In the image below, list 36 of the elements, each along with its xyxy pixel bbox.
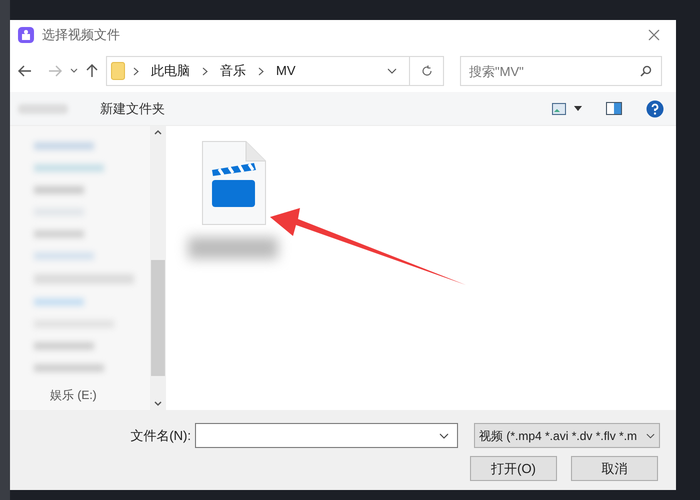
caret-down-icon[interactable]: [574, 106, 582, 111]
breadcrumb[interactable]: 此电脑: [151, 61, 190, 81]
filename-label: 文件名(N):: [130, 426, 191, 445]
search-field[interactable]: 搜索"MV": [460, 56, 662, 86]
close-icon[interactable]: [648, 29, 660, 41]
search-icon: [640, 65, 652, 77]
chevron-down-icon[interactable]: [387, 68, 397, 74]
drive-item[interactable]: 娱乐 (E:): [50, 386, 150, 404]
window-title: 选择视频文件: [42, 26, 120, 44]
refresh-icon[interactable]: [420, 65, 432, 77]
filename-field[interactable]: [195, 423, 458, 448]
file-type-dropdown[interactable]: 视频 (*.mp4 *.avi *.dv *.flv *.m: [474, 423, 660, 448]
breadcrumb[interactable]: MV: [276, 61, 296, 81]
video-file-icon[interactable]: [202, 141, 266, 225]
up-arrow-icon[interactable]: [86, 64, 98, 78]
scroll-down-icon[interactable]: [154, 401, 162, 406]
folder-icon: [111, 62, 125, 80]
cancel-button[interactable]: 取消: [571, 456, 658, 481]
scrollbar[interactable]: [150, 126, 166, 410]
open-button[interactable]: 打开(O): [470, 456, 557, 481]
scroll-up-icon[interactable]: [154, 130, 162, 135]
chevron-down-icon[interactable]: [439, 432, 449, 438]
scrollbar-thumb[interactable]: [151, 260, 165, 376]
app-icon: [18, 27, 34, 43]
chevron-down-icon: [646, 432, 655, 438]
chevron-right-icon: [258, 66, 264, 76]
help-icon[interactable]: [646, 100, 664, 118]
preview-pane-icon[interactable]: [606, 102, 622, 115]
breadcrumb[interactable]: 音乐: [220, 61, 246, 81]
view-icon[interactable]: [552, 102, 566, 114]
back-arrow-icon[interactable]: [18, 65, 32, 77]
chevron-right-icon: [133, 66, 139, 76]
chevron-right-icon: [202, 66, 208, 76]
chevron-down-icon[interactable]: [70, 68, 78, 74]
new-folder-button[interactable]: 新建文件夹: [100, 98, 165, 118]
address-bar[interactable]: 此电脑 音乐 MV: [106, 56, 444, 86]
